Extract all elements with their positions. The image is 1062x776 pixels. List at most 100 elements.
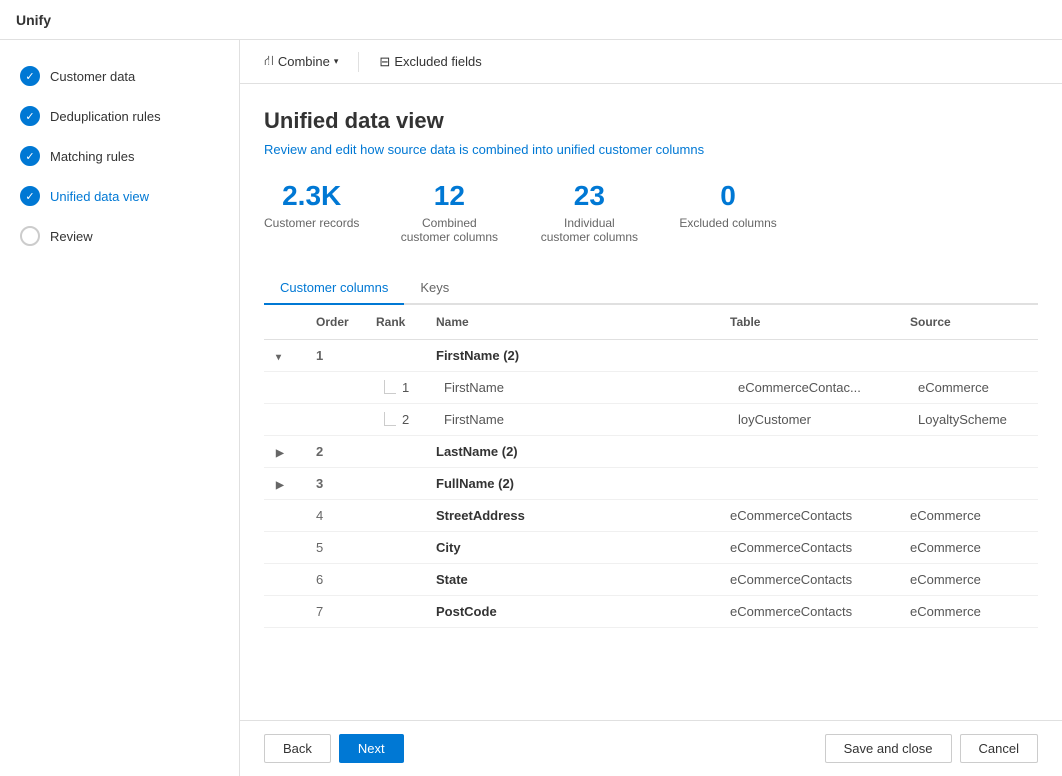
sidebar-status-deduplication-rules	[20, 106, 40, 126]
toolbar-divider	[358, 52, 359, 72]
stat-customer-records: 2.3K Customer records	[264, 181, 359, 244]
table-cell: eCommerceContacts	[718, 499, 898, 531]
sidebar-status-customer-data	[20, 66, 40, 86]
table-row: 2 FirstName loyCustomer LoyaltyScheme	[264, 403, 1038, 435]
order-cell: 1	[304, 339, 364, 371]
rank-cell	[364, 435, 424, 467]
sidebar-item-matching-rules[interactable]: Matching rules	[0, 136, 239, 176]
combine-button[interactable]: ⛙ Combine ▾	[256, 48, 346, 75]
sidebar-label-unified-data-view: Unified data view	[50, 189, 149, 204]
sidebar-label-deduplication-rules: Deduplication rules	[50, 109, 161, 124]
expand-cell[interactable]: ▶	[264, 435, 304, 467]
stat-value-combined-columns: 12	[434, 181, 465, 212]
sub-toolbar: ⛙ Combine ▾ ⊟ Excluded fields	[240, 40, 1062, 84]
col-header-rank: Rank	[364, 305, 424, 340]
order-cell: 5	[304, 531, 364, 563]
rank-cell	[364, 499, 424, 531]
order-cell: 7	[304, 595, 364, 627]
order-cell: 6	[304, 563, 364, 595]
tab-keys[interactable]: Keys	[404, 272, 465, 305]
stat-label-individual-columns: Individual customer columns	[539, 216, 639, 244]
source-cell	[898, 435, 1038, 467]
cancel-button[interactable]: Cancel	[960, 734, 1038, 763]
source-cell	[898, 467, 1038, 499]
order-cell	[304, 371, 364, 403]
expand-cell[interactable]: ▶	[264, 467, 304, 499]
sidebar-item-customer-data[interactable]: Customer data	[0, 56, 239, 96]
expand-icon[interactable]: ▶	[276, 448, 284, 459]
table-cell: eCommerceContacts	[718, 531, 898, 563]
table-cell: eCommerceContacts	[718, 595, 898, 627]
table-row: 5 City eCommerceContacts eCommerce	[264, 531, 1038, 563]
stat-excluded-columns: 0 Excluded columns	[679, 181, 776, 244]
sidebar-item-review[interactable]: Review	[0, 216, 239, 256]
rank-cell: 1	[364, 371, 424, 403]
source-cell: LoyaltyScheme	[898, 403, 1038, 435]
table-cell	[718, 467, 898, 499]
page-subtitle: Review and edit how source data is combi…	[264, 142, 1038, 157]
order-cell: 4	[304, 499, 364, 531]
source-cell: eCommerce	[898, 595, 1038, 627]
order-cell	[304, 403, 364, 435]
rank-cell	[364, 563, 424, 595]
sidebar-item-unified-data-view[interactable]: Unified data view	[0, 176, 239, 216]
name-cell: PostCode	[424, 595, 718, 627]
source-cell: eCommerce	[898, 371, 1038, 403]
table-row: ▾ 1 FirstName (2)	[264, 339, 1038, 371]
col-header-expand	[264, 305, 304, 340]
sidebar-label-review: Review	[50, 229, 93, 244]
order-cell: 3	[304, 467, 364, 499]
tab-customer-columns[interactable]: Customer columns	[264, 272, 404, 305]
expand-cell	[264, 403, 304, 435]
page-content: Unified data view Review and edit how so…	[240, 84, 1062, 720]
name-cell: FullName (2)	[424, 467, 718, 499]
expand-cell	[264, 563, 304, 595]
name-cell: StreetAddress	[424, 499, 718, 531]
combine-icon: ⛙	[264, 52, 274, 71]
footer-left: Back Next	[264, 734, 404, 763]
rank-cell	[364, 531, 424, 563]
source-cell	[898, 339, 1038, 371]
expand-cell	[264, 531, 304, 563]
name-cell: LastName (2)	[424, 435, 718, 467]
stat-value-customer-records: 2.3K	[282, 181, 341, 212]
excluded-fields-icon: ⊟	[379, 54, 390, 70]
table-row: ▶ 3 FullName (2)	[264, 467, 1038, 499]
rank-cell	[364, 467, 424, 499]
stat-value-individual-columns: 23	[574, 181, 605, 212]
footer: Back Next Save and close Cancel	[240, 720, 1062, 776]
stat-label-customer-records: Customer records	[264, 216, 359, 230]
save-close-button[interactable]: Save and close	[825, 734, 952, 763]
sidebar-item-deduplication-rules[interactable]: Deduplication rules	[0, 96, 239, 136]
table-cell: eCommerceContac...	[718, 371, 898, 403]
name-cell: State	[424, 563, 718, 595]
table-row: 1 FirstName eCommerceContac... eCommerce	[264, 371, 1038, 403]
data-table: Order Rank Name Table Source ▾ 1	[264, 305, 1038, 628]
app-title: Unify	[16, 12, 51, 28]
rank-cell: 2	[364, 403, 424, 435]
expand-cell	[264, 595, 304, 627]
collapse-icon[interactable]: ▾	[276, 352, 281, 363]
table-cell	[718, 435, 898, 467]
expand-cell[interactable]: ▾	[264, 339, 304, 371]
page-title: Unified data view	[264, 108, 1038, 134]
footer-right: Save and close Cancel	[825, 734, 1038, 763]
stat-value-excluded-columns: 0	[720, 181, 736, 212]
source-cell: eCommerce	[898, 531, 1038, 563]
table-row: 4 StreetAddress eCommerceContacts eComme…	[264, 499, 1038, 531]
stat-individual-columns: 23 Individual customer columns	[539, 181, 639, 244]
stat-combined-columns: 12 Combined customer columns	[399, 181, 499, 244]
expand-icon[interactable]: ▶	[276, 480, 284, 491]
content-area: ⛙ Combine ▾ ⊟ Excluded fields Unified da…	[240, 40, 1062, 776]
combine-chevron-icon: ▾	[334, 56, 339, 67]
table-row: 6 State eCommerceContacts eCommerce	[264, 563, 1038, 595]
stat-label-combined-columns: Combined customer columns	[399, 216, 499, 244]
next-button[interactable]: Next	[339, 734, 404, 763]
stat-label-excluded-columns: Excluded columns	[679, 216, 776, 230]
tabs: Customer columns Keys	[264, 272, 1038, 305]
table-row: 7 PostCode eCommerceContacts eCommerce	[264, 595, 1038, 627]
excluded-fields-button[interactable]: ⊟ Excluded fields	[371, 50, 489, 74]
name-cell: City	[424, 531, 718, 563]
name-cell: FirstName (2)	[424, 339, 718, 371]
back-button[interactable]: Back	[264, 734, 331, 763]
